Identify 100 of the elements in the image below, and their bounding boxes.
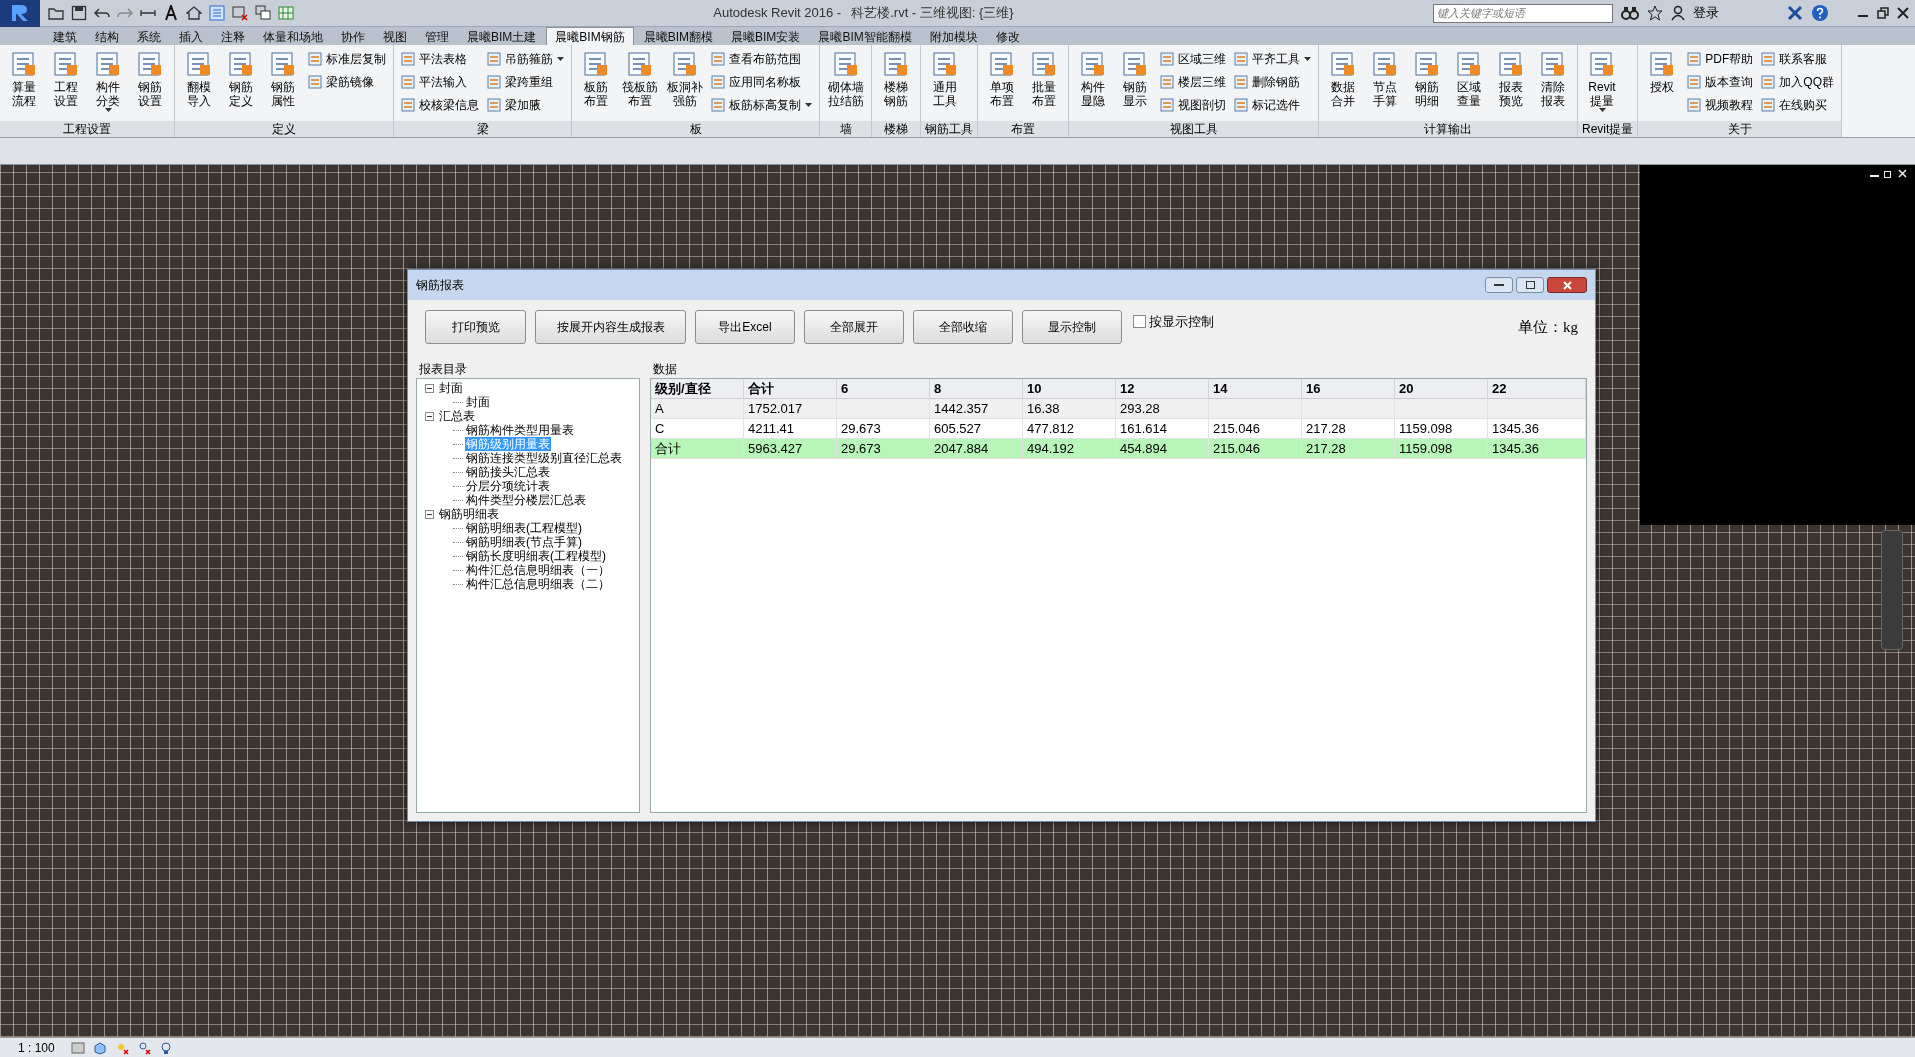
ribbon-tab[interactable]: 建筑 [45,28,85,45]
sign-in-link[interactable]: 登录 [1693,3,1719,23]
ribbon-tab[interactable]: 系统 [129,28,169,45]
column-header[interactable]: 12 [1116,379,1209,398]
column-header[interactable]: 8 [930,379,1023,398]
column-header[interactable]: 合计 [744,379,837,398]
ribbon-button[interactable]: 楼梯钢筋 [877,48,915,108]
ribbon-button[interactable]: 钢筋定义 [222,48,260,108]
tree-item[interactable]: 汇总表 [438,409,476,423]
restore-icon[interactable] [1877,7,1889,19]
ribbon-button[interactable]: 吊筋箍筋 [485,49,566,69]
close-icon[interactable] [1897,7,1909,19]
ribbon-button[interactable]: 板筋标高复制 [709,95,814,115]
collapse-icon[interactable] [425,383,434,393]
ribbon-tab[interactable]: 体量和场地 [255,28,331,45]
table-row[interactable]: 合计 5963.427 29.673 2047.884 494.192 454.894 215.046 217.28 1159.098 1345.36 [651,439,1586,459]
app-menu-button[interactable] [0,0,40,27]
ribbon-button[interactable]: 在线购买 [1759,95,1836,115]
ribbon-button[interactable]: 标准层复制 [306,49,388,69]
ribbon-button[interactable]: 平齐工具 [1232,49,1313,69]
windows-icon[interactable] [255,5,271,21]
ribbon-tab[interactable]: 管理 [417,28,457,45]
ribbon-button[interactable]: 梁跨重组 [485,72,566,92]
dialog-button[interactable]: 打印预览 [425,310,526,344]
ribbon-button[interactable]: 钢筋明细 [1408,48,1446,108]
ribbon-button[interactable]: 板洞补强筋 [664,48,705,108]
ribbon-tab[interactable]: 晨曦BIM钢筋 [546,27,634,45]
ribbon-button[interactable]: 砌体墙拉结筋 [825,48,866,108]
ribbon-tab[interactable]: 插入 [171,28,211,45]
tree-item[interactable]: 构件汇总信息明细表（一） [465,563,611,577]
ribbon-tab[interactable]: 晨曦BIM智能翻模 [810,28,920,45]
binoculars-icon[interactable] [1621,5,1639,21]
ribbon-button[interactable]: 钢筋显示 [1116,48,1154,108]
ribbon-button[interactable]: 报表预览 [1492,48,1530,108]
cube-icon[interactable] [92,1040,107,1055]
ribbon-button[interactable]: 楼层三维 [1158,72,1228,92]
ribbon-button[interactable]: 批量布置 [1025,48,1063,108]
ribbon-button[interactable]: 板筋布置 [577,48,615,108]
ribbon-button[interactable]: 视频教程 [1685,95,1756,115]
ribbon-button[interactable]: Revit提量 [1583,48,1621,112]
star-icon[interactable] [1647,5,1663,21]
ribbon-tab[interactable]: 晨曦BIM土建 [459,28,545,45]
column-header[interactable]: 22 [1488,379,1586,398]
tree-item[interactable]: 构件汇总信息明细表（二） [465,577,611,591]
dialog-button[interactable]: 按展开内容生成报表 [535,310,686,344]
ribbon-button[interactable]: 钢筋属性 [264,48,302,108]
scale-label[interactable]: 1 : 100 [18,1038,55,1057]
collapse-icon[interactable] [425,411,434,421]
ribbon-button[interactable]: 单项布置 [983,48,1021,108]
column-header[interactable]: 级别/直径 [651,379,744,398]
ribbon-button[interactable]: 应用同名称板 [709,72,814,92]
search-field[interactable]: 键入关键字或短语 [1433,3,1613,23]
ribbon-tab[interactable]: 视图 [375,28,415,45]
column-header[interactable]: 16 [1302,379,1395,398]
ribbon-button[interactable]: 版本查询 [1685,72,1756,92]
tree-item[interactable]: 构件类型分楼层汇总表 [465,493,587,507]
tree-item[interactable]: 封面 [438,381,464,395]
ribbon-button[interactable]: 查看布筋范围 [709,49,814,69]
ribbon-button[interactable]: 通用工具 [926,48,964,108]
column-header[interactable]: 10 [1023,379,1116,398]
ribbon-button[interactable]: 校核梁信息 [399,95,481,115]
ribbon-button[interactable]: 标记选件 [1232,95,1313,115]
dialog-button[interactable]: 导出Excel [695,310,795,344]
ribbon-button[interactable]: 删除钢筋 [1232,72,1313,92]
column-header[interactable]: 6 [837,379,930,398]
tree-item[interactable]: 分层分项统计表 [465,479,551,493]
column-header[interactable]: 20 [1395,379,1488,398]
tree-item[interactable]: 封面 [465,395,491,409]
house-icon[interactable] [186,5,202,21]
ribbon-button[interactable]: 工程设置 [47,48,85,108]
ribbon-button[interactable]: 平法表格 [399,49,481,69]
tree-item[interactable]: 钢筋构件类型用量表 [465,423,575,437]
table-row[interactable]: C 4211.41 29.673 605.527 477.812 161.614 215.046 217.28 1159.098 1345.36 [651,419,1586,439]
ribbon-button[interactable]: 钢筋设置 [131,48,169,108]
tree-item[interactable]: 钢筋连接类型级别直径汇总表 [465,451,623,465]
ribbon-button[interactable]: 算量流程 [5,48,43,108]
grid-icon[interactable] [278,5,294,21]
ribbon-tab[interactable]: 协作 [333,28,373,45]
tree-item[interactable]: 钢筋明细表 [438,507,500,521]
ribbon-button[interactable]: 构件分类 [89,48,127,112]
ribbon-button[interactable]: 节点手算 [1366,48,1404,108]
x-logo-icon[interactable] [1787,5,1803,21]
ribbon-tab[interactable]: 注释 [213,28,253,45]
ribbon-button[interactable]: 翻模导入 [180,48,218,108]
tree-item[interactable]: 钢筋明细表(工程模型) [465,521,583,535]
ribbon-tab[interactable]: 修改 [987,28,1028,45]
close-button[interactable] [1547,277,1587,293]
ribbon-button[interactable]: 数据合并 [1324,48,1362,108]
ribbon-button[interactable]: PDF帮助 [1685,49,1756,69]
text-icon[interactable] [163,5,179,21]
ribbon-button[interactable]: 筏板筋布置 [619,48,660,108]
ribbon-tab[interactable]: 晨曦BIM安装 [723,28,809,45]
maximize-button[interactable] [1516,277,1544,293]
restore-icon[interactable] [1884,169,1893,178]
tree-item[interactable]: 钢筋明细表(节点手算) [465,535,583,549]
ribbon-button[interactable]: 梁筋镜像 [306,72,388,92]
ribbon-button[interactable]: 区域三维 [1158,49,1228,69]
ribbon-tab[interactable]: 晨曦BIM翻模 [635,28,722,45]
ribbon-button[interactable]: 联系客服 [1759,49,1836,69]
save-icon[interactable] [71,5,87,21]
